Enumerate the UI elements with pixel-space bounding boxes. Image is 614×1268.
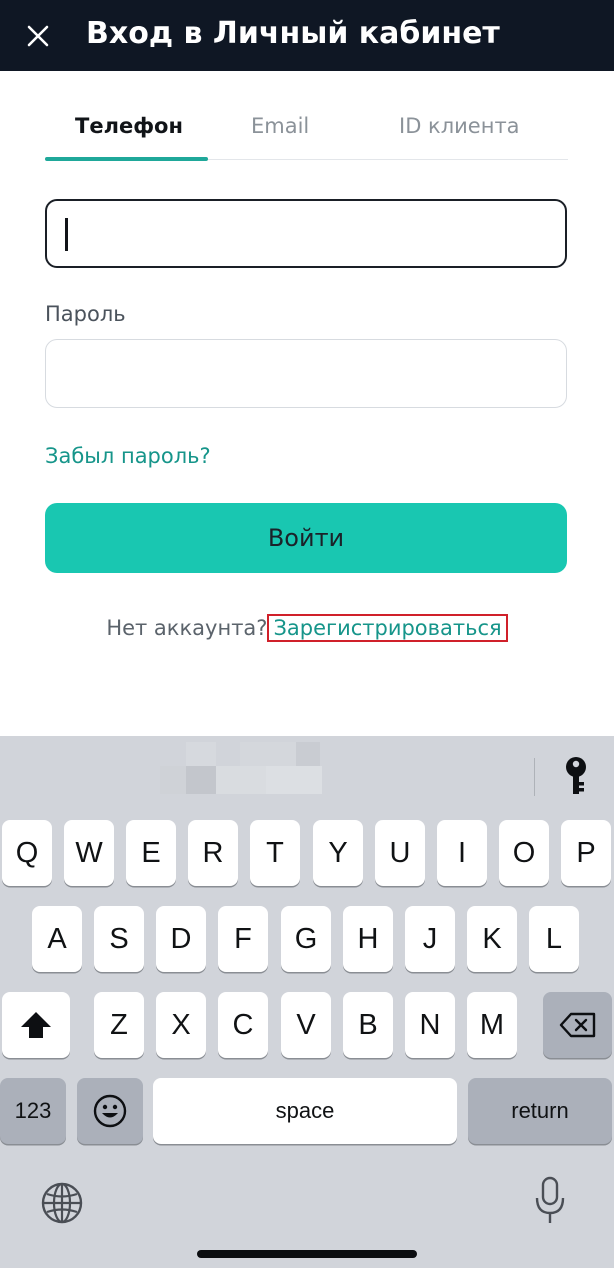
key-y[interactable]: Y [313, 820, 363, 886]
suggestion-divider [534, 758, 535, 796]
blurred-suggestion [240, 742, 296, 766]
key-b[interactable]: B [343, 992, 393, 1058]
password-input[interactable] [45, 339, 567, 408]
close-icon[interactable] [24, 22, 52, 50]
page-title: Вход в Личный кабинет [86, 16, 500, 51]
key-v[interactable]: V [281, 992, 331, 1058]
key-a[interactable]: A [32, 906, 82, 972]
home-indicator [197, 1250, 417, 1258]
onscreen-keyboard: Q W E R T Y U I O P A S D F G H J K L Z … [0, 736, 614, 1268]
key-d[interactable]: D [156, 906, 206, 972]
key-z[interactable]: Z [94, 992, 144, 1058]
key-s[interactable]: S [94, 906, 144, 972]
key-m[interactable]: M [467, 992, 517, 1058]
key-j[interactable]: J [405, 906, 455, 972]
key-icon[interactable] [562, 756, 590, 796]
text-cursor [65, 218, 68, 251]
login-method-tabs: Телефон Email ID клиента [45, 100, 568, 161]
key-t[interactable]: T [250, 820, 300, 886]
key-k[interactable]: K [467, 906, 517, 972]
register-link[interactable]: Зарегистрироваться [267, 614, 508, 642]
blurred-suggestion [160, 766, 188, 794]
key-w[interactable]: W [64, 820, 114, 886]
key-o[interactable]: O [499, 820, 549, 886]
shift-icon [21, 1012, 51, 1038]
globe-icon[interactable] [40, 1181, 84, 1225]
register-row: Нет аккаунта? Зарегистрироваться [0, 614, 614, 642]
key-f[interactable]: F [218, 906, 268, 972]
key-c[interactable]: C [218, 992, 268, 1058]
backspace-icon [559, 1012, 595, 1038]
phone-input[interactable] [45, 199, 567, 268]
return-key[interactable]: return [468, 1078, 612, 1144]
key-e[interactable]: E [126, 820, 176, 886]
login-button[interactable]: Войти [45, 503, 567, 573]
key-l[interactable]: L [529, 906, 579, 972]
key-r[interactable]: R [188, 820, 238, 886]
active-tab-indicator [45, 157, 208, 161]
key-g[interactable]: G [281, 906, 331, 972]
suggestion-bar [0, 736, 614, 816]
header-bar: Вход в Личный кабинет [0, 0, 614, 71]
blurred-suggestion [186, 766, 216, 794]
forgot-password-link[interactable]: Забыл пароль? [45, 444, 211, 468]
blurred-suggestion [216, 766, 266, 794]
shift-key[interactable] [2, 992, 70, 1058]
key-x[interactable]: X [156, 992, 206, 1058]
emoji-key[interactable] [77, 1078, 143, 1144]
numbers-key[interactable]: 123 [0, 1078, 66, 1144]
key-u[interactable]: U [375, 820, 425, 886]
emoji-icon [93, 1094, 127, 1128]
password-label: Пароль [45, 302, 126, 326]
blurred-suggestion [186, 742, 216, 766]
no-account-text: Нет аккаунта? [106, 616, 268, 640]
blurred-suggestion [296, 742, 320, 766]
key-n[interactable]: N [405, 992, 455, 1058]
backspace-key[interactable] [543, 992, 612, 1058]
key-i[interactable]: I [437, 820, 487, 886]
key-p[interactable]: P [561, 820, 611, 886]
tab-email[interactable]: Email [251, 114, 309, 138]
blurred-suggestion [266, 766, 322, 794]
key-q[interactable]: Q [2, 820, 52, 886]
tab-client-id[interactable]: ID клиента [399, 114, 520, 138]
key-h[interactable]: H [343, 906, 393, 972]
tab-phone[interactable]: Телефон [75, 114, 183, 138]
microphone-icon[interactable] [534, 1176, 566, 1226]
space-key[interactable]: space [153, 1078, 457, 1144]
